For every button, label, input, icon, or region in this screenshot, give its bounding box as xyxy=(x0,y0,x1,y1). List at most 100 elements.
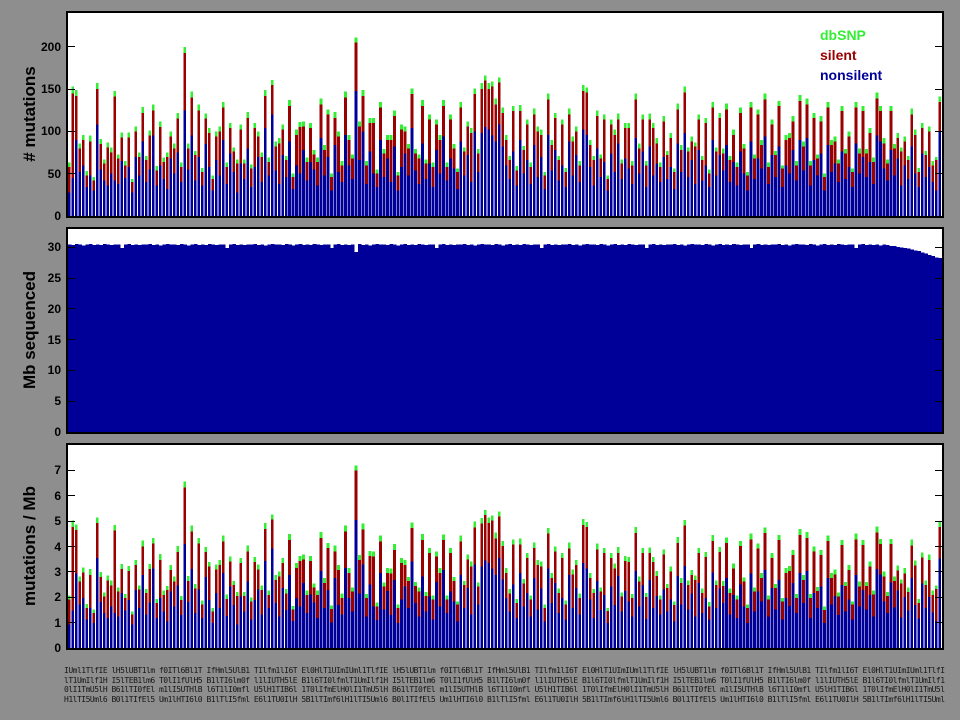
bar-segment xyxy=(508,593,511,611)
bar-segment xyxy=(750,573,753,648)
bar-segment xyxy=(232,152,235,172)
bar-segment xyxy=(152,110,155,135)
bar-segment xyxy=(760,578,763,601)
bar-segment xyxy=(627,128,630,169)
bar-mb xyxy=(921,252,925,432)
bar-segment xyxy=(757,109,760,114)
bar-segment xyxy=(743,606,746,648)
bar-segment xyxy=(886,159,889,163)
panel-mb-sequenced xyxy=(66,227,944,434)
bar-segment xyxy=(369,551,372,556)
bar-segment xyxy=(348,165,351,216)
bar-segment xyxy=(89,142,92,176)
bar-segment xyxy=(813,113,816,118)
bar-segment xyxy=(589,140,592,145)
bar-segment xyxy=(599,158,602,177)
bar-segment xyxy=(613,563,616,568)
bar-segment xyxy=(603,115,606,120)
bar-segment xyxy=(613,130,616,135)
bar-segment xyxy=(295,130,298,135)
y-tick-label: 25 xyxy=(19,271,61,285)
bar-segment xyxy=(495,539,498,575)
y-tick xyxy=(68,278,75,279)
bar-segment xyxy=(505,598,508,648)
bar-segment xyxy=(571,136,574,141)
bar-segment xyxy=(708,606,711,619)
bar-segment xyxy=(823,177,826,191)
bar-segment xyxy=(554,113,557,118)
bar-segment xyxy=(522,146,525,150)
bar-segment xyxy=(809,161,812,165)
bar-segment xyxy=(529,600,532,617)
bar-segment xyxy=(229,556,232,561)
bar-mb xyxy=(470,244,474,432)
bar-segment xyxy=(739,152,742,216)
bar-segment xyxy=(488,523,491,563)
bar-segment xyxy=(676,104,679,110)
bar-segment xyxy=(522,150,525,174)
bar-segment xyxy=(858,174,861,216)
bar-segment xyxy=(914,565,917,605)
bar-segment xyxy=(578,615,581,648)
bar-segment xyxy=(900,584,903,618)
bar-mb xyxy=(571,245,575,432)
bar-mb xyxy=(236,245,240,432)
bar-segment xyxy=(295,598,298,648)
bar-segment xyxy=(732,568,735,595)
bar-segment xyxy=(813,547,816,552)
bar-segment xyxy=(341,161,344,165)
bar-segment xyxy=(638,581,641,606)
y-tick-label: 15 xyxy=(19,333,61,347)
bar-segment xyxy=(99,144,102,169)
y-tick-label: 0 xyxy=(19,209,61,223)
bar-segment xyxy=(690,575,693,593)
bar-segment xyxy=(320,532,323,538)
bar-segment xyxy=(435,125,438,150)
bar-segment xyxy=(851,169,854,172)
bar-segment xyxy=(271,514,274,519)
bar-segment xyxy=(110,585,113,606)
bar-segment xyxy=(645,597,648,619)
y-tick xyxy=(68,216,75,217)
bar-mb xyxy=(900,247,904,432)
bar-segment xyxy=(795,598,798,613)
y-tick xyxy=(935,216,942,217)
bar-segment xyxy=(281,588,284,648)
bar-segment xyxy=(725,537,728,543)
bar-segment xyxy=(844,586,847,611)
y-tick xyxy=(68,131,75,132)
bar-mb xyxy=(557,245,561,432)
bar-segment xyxy=(823,174,826,177)
bar-segment xyxy=(386,158,389,216)
bar-segment xyxy=(502,546,505,579)
bar-segment xyxy=(732,595,735,648)
bar-segment xyxy=(701,156,704,160)
bar-mb xyxy=(407,245,411,432)
bar-segment xyxy=(907,588,910,592)
bar-segment xyxy=(869,162,872,216)
bar-mb xyxy=(383,244,387,432)
bar-segment xyxy=(211,623,214,648)
sample-name-labels: IUml1TlfIE lH5lUBT1lm f0ITl6Bl1T IfHml5U… xyxy=(64,666,945,708)
bar-segment xyxy=(421,100,424,106)
bar-segment xyxy=(757,548,760,591)
bar-segment xyxy=(753,591,756,611)
bar-segment xyxy=(911,147,914,216)
bar-segment xyxy=(767,163,770,167)
bar-segment xyxy=(379,573,382,648)
bar-segment xyxy=(110,580,113,585)
bar-segment xyxy=(617,143,620,216)
bar-mb xyxy=(481,244,485,432)
bar-segment xyxy=(533,145,536,216)
bar-segment xyxy=(442,570,445,648)
bar-segment xyxy=(795,161,798,165)
bar-segment xyxy=(718,155,721,216)
bar-segment xyxy=(515,603,518,618)
bar-segment xyxy=(327,115,330,157)
bar-segment xyxy=(344,92,347,98)
bar-segment xyxy=(85,187,88,216)
bar-segment xyxy=(928,167,931,216)
bar-segment xyxy=(260,615,263,648)
bar-segment xyxy=(446,163,449,167)
bar-segment xyxy=(771,558,774,588)
